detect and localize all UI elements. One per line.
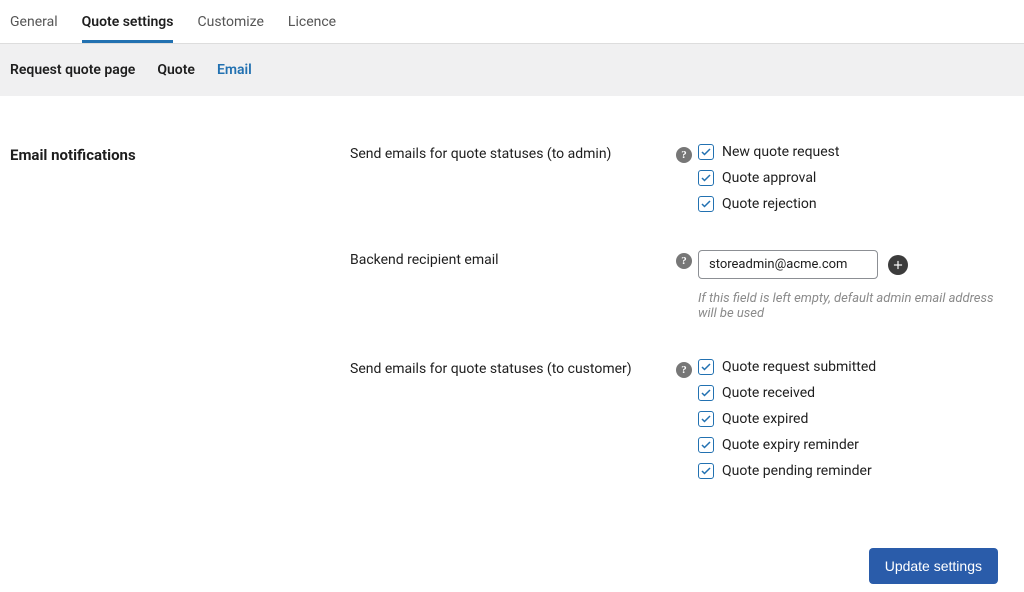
admin-status-checkboxes: New quote request Quote approval Quote r… [698, 144, 1014, 212]
check-icon [698, 411, 714, 427]
tab-customize[interactable]: Customize [197, 14, 263, 43]
help-icon[interactable]: ? [676, 147, 692, 163]
checkbox-label: Quote received [722, 385, 815, 401]
check-icon [698, 196, 714, 212]
section-title: Email notifications [10, 144, 350, 479]
checkbox-quote-request-submitted[interactable]: Quote request submitted [698, 359, 1014, 375]
checkbox-quote-expiry-reminder[interactable]: Quote expiry reminder [698, 437, 1014, 453]
top-tabs: General Quote settings Customize Licence [0, 0, 1024, 44]
checkbox-new-quote-request[interactable]: New quote request [698, 144, 1014, 160]
checkbox-label: Quote request submitted [722, 359, 876, 375]
plus-icon [891, 258, 905, 272]
check-icon [698, 463, 714, 479]
subnav-request-quote-page[interactable]: Request quote page [10, 62, 135, 78]
backend-recipient-email-field[interactable] [698, 250, 878, 279]
checkbox-quote-rejection[interactable]: Quote rejection [698, 196, 1014, 212]
check-icon [698, 437, 714, 453]
checkbox-quote-received[interactable]: Quote received [698, 385, 1014, 401]
checkbox-label: Quote pending reminder [722, 463, 872, 479]
help-icon[interactable]: ? [676, 362, 692, 378]
sub-nav: Request quote page Quote Email [0, 44, 1024, 96]
customer-statuses-label: Send emails for quote statuses (to custo… [350, 359, 670, 377]
tab-general[interactable]: General [10, 14, 58, 43]
backend-email-label: Backend recipient email [350, 250, 670, 268]
subnav-quote[interactable]: Quote [157, 62, 195, 78]
checkbox-quote-expired[interactable]: Quote expired [698, 411, 1014, 427]
check-icon [698, 144, 714, 160]
backend-email-hint: If this field is left empty, default adm… [698, 291, 1014, 321]
add-recipient-button[interactable] [888, 255, 908, 275]
help-icon[interactable]: ? [676, 253, 692, 269]
admin-statuses-label: Send emails for quote statuses (to admin… [350, 144, 670, 162]
checkbox-quote-approval[interactable]: Quote approval [698, 170, 1014, 186]
checkbox-label: Quote rejection [722, 196, 817, 212]
checkbox-label: Quote approval [722, 170, 816, 186]
check-icon [698, 170, 714, 186]
checkbox-label: Quote expiry reminder [722, 437, 859, 453]
update-settings-button[interactable]: Update settings [869, 548, 998, 584]
subnav-email[interactable]: Email [217, 62, 252, 78]
checkbox-quote-pending-reminder[interactable]: Quote pending reminder [698, 463, 1014, 479]
customer-status-checkboxes: Quote request submitted Quote received Q… [698, 359, 1014, 479]
checkbox-label: New quote request [722, 144, 839, 160]
check-icon [698, 385, 714, 401]
tab-licence[interactable]: Licence [288, 14, 336, 43]
checkbox-label: Quote expired [722, 411, 808, 427]
tab-quote-settings[interactable]: Quote settings [82, 14, 174, 43]
check-icon [698, 359, 714, 375]
